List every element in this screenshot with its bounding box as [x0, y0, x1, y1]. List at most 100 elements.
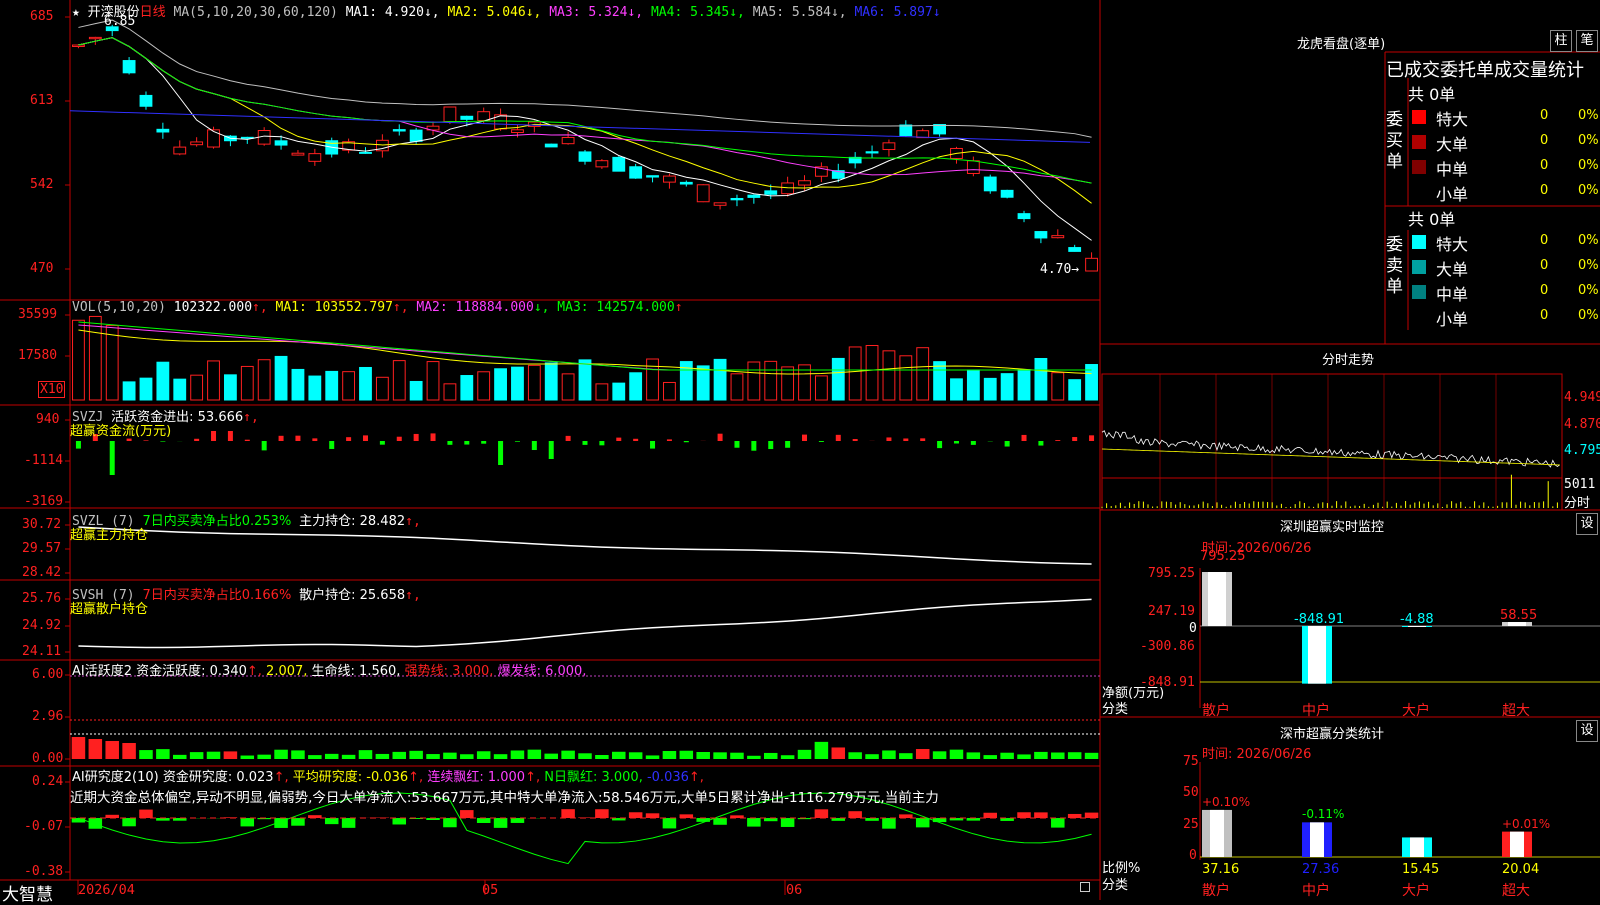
- svsh-arrow: ↑,: [405, 588, 421, 603]
- svzl-polyline: [78, 527, 1091, 564]
- volume-bar: [208, 361, 220, 400]
- ai-active-bar: [561, 751, 575, 759]
- sell-row-count: 0: [1540, 283, 1548, 298]
- ai-active-bar: [696, 752, 710, 759]
- svzj-bar: [954, 441, 959, 443]
- sell-row-pct: 0%: [1578, 258, 1599, 273]
- volume-bar: [326, 371, 338, 400]
- volume-bar: [360, 367, 372, 400]
- candle-body: [900, 125, 912, 136]
- sz-category-category-label: 中户: [1302, 880, 1330, 900]
- ai-research-bar: [680, 814, 694, 818]
- sz-category-value-label: 20.04: [1502, 862, 1539, 877]
- sz-monitor-value-label: -848.91: [1294, 612, 1344, 627]
- volume-bar: [191, 375, 203, 400]
- buy-color-swatch: [1412, 185, 1426, 199]
- volume-bar: [951, 379, 963, 400]
- period-label[interactable]: 日线: [140, 5, 166, 20]
- volume-bar: [73, 320, 85, 400]
- ai-research-bar: [291, 818, 305, 826]
- sell-row-name: 大单: [1436, 256, 1468, 280]
- sz-monitor-category-label: 中户: [1302, 700, 1330, 720]
- svzj-bar: [329, 441, 334, 449]
- intraday-vol-label: 5011: [1564, 477, 1595, 492]
- app-brand: 大智慧: [2, 880, 53, 905]
- candle-body: [410, 130, 422, 141]
- main-chart-canvas[interactable]: [0, 0, 1600, 900]
- sz-category-settings-button[interactable]: 设: [1576, 720, 1598, 742]
- ai-active-bar: [224, 751, 238, 759]
- svzj-bar: [1038, 441, 1043, 446]
- ai-research-p5: -0.036: [647, 770, 689, 785]
- sz-monitor-bar-highlight: [1208, 572, 1226, 626]
- sz-category-y-tick: 50: [1183, 785, 1199, 800]
- svzj-bar: [718, 434, 723, 441]
- ai-research-value: 资金研究度: 0.023: [163, 770, 274, 785]
- vol-unit: X10: [38, 381, 65, 398]
- volume-bar: [410, 381, 422, 400]
- sz-category-category-label: 散户: [1202, 880, 1230, 900]
- svzj-bar: [110, 441, 115, 475]
- svzj-bar: [819, 441, 824, 442]
- ai-active-bar: [764, 753, 778, 759]
- ai-research-bar: [393, 818, 407, 824]
- sz-category-bar-highlight: [1310, 822, 1324, 857]
- sz-category-bar-highlight: [1410, 837, 1424, 857]
- vol-arrow: ↑,: [393, 300, 409, 315]
- volume-bar: [292, 369, 304, 400]
- ai-research-header: AI研究度2(10) 资金研究度: 0.023↑, 平均研究度: -0.036↑…: [72, 766, 704, 785]
- bar-mode-button[interactable]: 柱: [1550, 30, 1572, 52]
- ai-active-bar: [291, 750, 305, 759]
- favorite-star-icon[interactable]: ★: [72, 5, 80, 20]
- ai-active-bar: [1034, 752, 1048, 759]
- ai-active-bar: [511, 750, 525, 759]
- volume-bar: [883, 351, 895, 400]
- sz-category-y-tick: 0: [1189, 848, 1197, 863]
- ma-header: MA(5,10,20,30,60,120): [174, 5, 338, 20]
- sz-category-time: 时间: 2026/06/26: [1202, 743, 1311, 762]
- ai-active-bar: [393, 752, 407, 759]
- candle-body: [680, 182, 692, 184]
- sz-monitor-unit2: 分类: [1102, 698, 1128, 717]
- ai-active-lifeline: 生命线: 1.560,: [312, 664, 401, 679]
- vol-title: VOL(5,10,20): [72, 300, 166, 315]
- sell-row-count: 0: [1540, 308, 1548, 323]
- ai-active-bar: [967, 752, 981, 759]
- ma2-value: MA2: 5.046↓,: [447, 5, 541, 20]
- ai-active-bar: [1051, 752, 1065, 759]
- volume-bar: [866, 346, 878, 400]
- y-tick-ai: 2.96: [32, 709, 63, 724]
- svzj-bar: [515, 441, 520, 442]
- ai-active-strong: 强势线: 3.000,: [405, 664, 494, 679]
- ai-active-bars: [70, 676, 1100, 759]
- tick-mode-button[interactable]: 笔: [1576, 30, 1598, 52]
- ai-research-bar: [1085, 813, 1099, 818]
- volume-bar: [89, 316, 101, 400]
- volume-bar: [427, 362, 439, 400]
- sz-category-y-tick: 75: [1183, 754, 1199, 769]
- svzj-bar: [346, 437, 351, 441]
- ai-research-summary: 近期大资金总体偏空,异动不明显,偏弱势,今日大单净流入:53.667万元,其中特…: [70, 786, 939, 806]
- y-tick-price: 685: [30, 9, 53, 24]
- volume-bar: [934, 362, 946, 400]
- svzj-bar: [380, 441, 385, 445]
- ai-research-arrow: ↑,: [408, 770, 423, 785]
- svzj-bar: [667, 439, 672, 441]
- price-header: ★ 开滦股份日线 MA(5,10,20,30,60,120) MA1: 4.92…: [72, 1, 941, 20]
- svzj-bar: [566, 436, 571, 441]
- buy-row-count: 0: [1540, 183, 1548, 198]
- ai-research-bar: [241, 818, 255, 826]
- sell-color-swatch: [1412, 260, 1426, 274]
- volume-bar: [917, 348, 929, 400]
- svzj-bar: [228, 431, 233, 441]
- ai-research-bar: [477, 818, 491, 823]
- ai-research-nred: N日飘红: 3.000,: [544, 770, 643, 785]
- ai-active-bar: [477, 751, 491, 759]
- svsh-ratio: 7日内买卖净占比0.166%: [142, 588, 291, 603]
- candle-body: [123, 61, 135, 73]
- lock-icon[interactable]: [1080, 882, 1090, 892]
- sz-category-bar-highlight: [1510, 832, 1524, 857]
- volume-bar: [731, 374, 743, 400]
- sz-monitor-settings-button[interactable]: 设: [1576, 513, 1598, 535]
- candle-body: [174, 147, 186, 154]
